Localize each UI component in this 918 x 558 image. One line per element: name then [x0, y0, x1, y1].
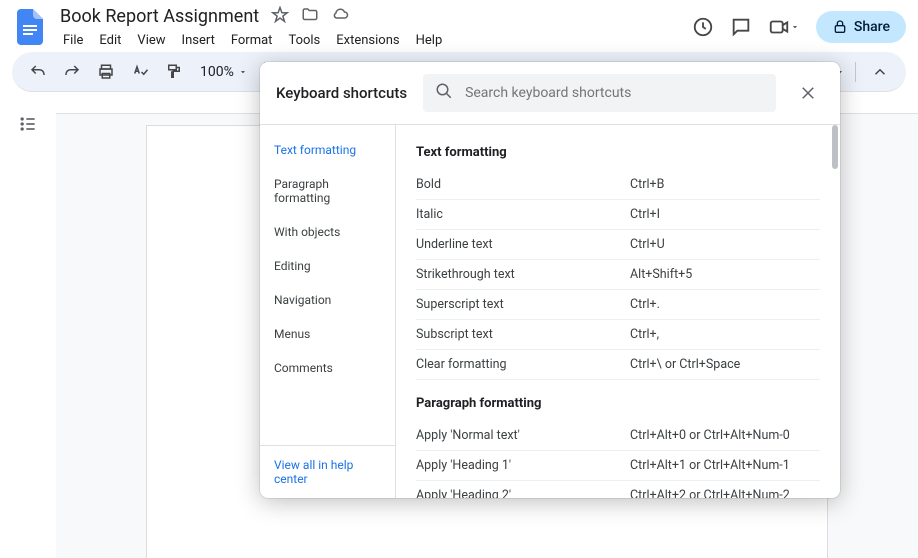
sidebar-item-menus[interactable]: Menus [260, 317, 395, 351]
sidebar-item-comments[interactable]: Comments [260, 351, 395, 385]
modal-backdrop: Keyboard shortcuts Text formatting Parag… [0, 0, 918, 558]
search-icon [435, 82, 453, 104]
sidebar-item-paragraph-formatting[interactable]: Paragraph formatting [260, 167, 395, 215]
section-heading-paragraph-formatting: Paragraph formatting [416, 392, 820, 421]
search-input[interactable] [465, 85, 764, 101]
shortcut-row: Superscript textCtrl+. [416, 290, 820, 320]
modal-title: Keyboard shortcuts [276, 84, 407, 102]
close-button[interactable] [792, 77, 824, 109]
sidebar-item-navigation[interactable]: Navigation [260, 283, 395, 317]
keyboard-shortcuts-modal: Keyboard shortcuts Text formatting Parag… [260, 62, 840, 498]
view-all-help-link[interactable]: View all in help center [260, 445, 395, 498]
shortcut-row: Clear formattingCtrl+\ or Ctrl+Space [416, 350, 820, 380]
shortcut-row: Apply 'Normal text'Ctrl+Alt+0 or Ctrl+Al… [416, 421, 820, 451]
search-box[interactable] [423, 74, 776, 112]
modal-body: Text formatting Paragraph formatting Wit… [260, 124, 840, 498]
shortcut-row: Subscript textCtrl+, [416, 320, 820, 350]
shortcut-row: BoldCtrl+B [416, 170, 820, 200]
modal-sidebar: Text formatting Paragraph formatting Wit… [260, 125, 396, 498]
shortcut-row: ItalicCtrl+I [416, 200, 820, 230]
shortcuts-content[interactable]: Text formatting BoldCtrl+B ItalicCtrl+I … [396, 125, 840, 498]
section-heading-text-formatting: Text formatting [416, 141, 820, 170]
sidebar-item-text-formatting[interactable]: Text formatting [260, 133, 395, 167]
shortcut-row: Strikethrough textAlt+Shift+5 [416, 260, 820, 290]
modal-header: Keyboard shortcuts [260, 62, 840, 124]
sidebar-item-with-objects[interactable]: With objects [260, 215, 395, 249]
sidebar-item-editing[interactable]: Editing [260, 249, 395, 283]
shortcut-row: Underline textCtrl+U [416, 230, 820, 260]
shortcut-row: Apply 'Heading 2'Ctrl+Alt+2 or Ctrl+Alt+… [416, 481, 820, 498]
shortcut-row: Apply 'Heading 1'Ctrl+Alt+1 or Ctrl+Alt+… [416, 451, 820, 481]
scrollbar-thumb[interactable] [832, 125, 838, 169]
